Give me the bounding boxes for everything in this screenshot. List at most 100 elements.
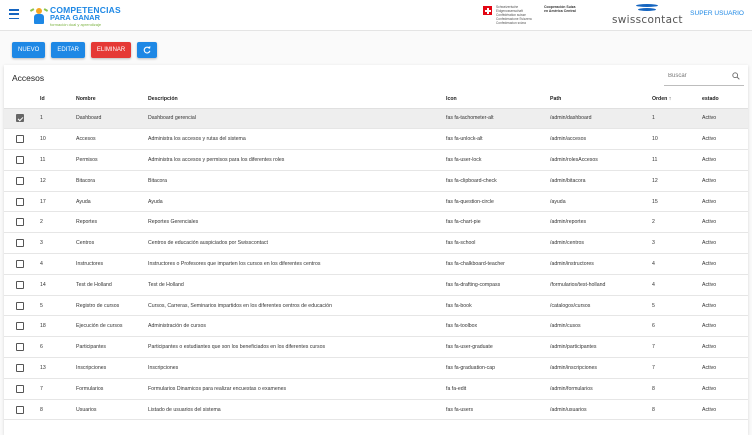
header-estado[interactable]: estado bbox=[702, 90, 748, 109]
row-select-cell bbox=[4, 211, 36, 234]
cell-icon: fas fa-drafting-compass bbox=[446, 274, 550, 296]
refresh-button[interactable] bbox=[137, 42, 158, 58]
row-checkbox[interactable] bbox=[16, 259, 24, 268]
table-row[interactable]: 17 Ayuda Ayuda fas fa-question-circle/ayuda… bbox=[4, 191, 748, 213]
cell-path: /admin/bitacora bbox=[550, 170, 652, 192]
cell-nombre: Usuarios bbox=[76, 399, 148, 421]
cell-nombre: Reportes bbox=[76, 211, 148, 234]
search-icon[interactable] bbox=[732, 72, 740, 80]
cell-descripcion: Instructores o Profesores que imparten l… bbox=[148, 253, 446, 275]
cell-descripcion: Administración de cursos bbox=[148, 315, 446, 338]
row-select-cell bbox=[4, 149, 36, 171]
table-row[interactable]: 11 Permisos Administra los accesos y permi… bbox=[4, 149, 748, 171]
cell-id: 11 bbox=[36, 149, 76, 171]
cell-estado: Activo bbox=[702, 170, 748, 192]
card-title: Accesos bbox=[12, 73, 45, 83]
table-row[interactable]: 7 Formularios Formularios Dinamicos para r… bbox=[4, 378, 748, 400]
table-row[interactable]: 6 Participantes Participantes o estudiante… bbox=[4, 336, 748, 359]
row-checkbox[interactable] bbox=[16, 322, 24, 331]
cell-path: /admin/cusos bbox=[550, 315, 652, 338]
cell-id: 7 bbox=[36, 378, 76, 400]
row-select-cell bbox=[4, 253, 36, 275]
row-select-cell bbox=[4, 128, 36, 151]
row-checkbox[interactable] bbox=[16, 114, 24, 123]
cell-estado: Activo bbox=[702, 108, 748, 130]
cell-orden: 8 bbox=[652, 399, 702, 421]
table-row[interactable]: 8 Usuarios Listado de usuarios del sistema… bbox=[4, 399, 748, 421]
swisscontact-logo: swisscontact bbox=[612, 4, 683, 26]
header-id[interactable]: Id bbox=[36, 90, 76, 109]
cell-id: 6 bbox=[36, 336, 76, 359]
cell-estado: Activo bbox=[702, 191, 748, 213]
header-orden[interactable]: Orden ↑ bbox=[652, 90, 702, 109]
cell-estado: Activo bbox=[702, 357, 748, 379]
table-row[interactable]: 4 Instructores Instructores o Profesores q… bbox=[4, 253, 748, 275]
new-button[interactable]: NUEVO bbox=[12, 42, 46, 58]
user-menu[interactable]: SUPER USUARIO bbox=[690, 10, 744, 17]
cell-path: /formularios/test-holland bbox=[550, 274, 652, 296]
edit-button[interactable]: EDITAR bbox=[51, 42, 85, 58]
cell-estado: Activo bbox=[702, 295, 748, 317]
cell-descripcion: Reportes Gerenciales bbox=[148, 211, 446, 234]
cell-estado: Activo bbox=[702, 211, 748, 234]
row-select-cell bbox=[4, 232, 36, 255]
cell-orden: 3 bbox=[652, 232, 702, 255]
cell-descripcion: Centros de educación auspiciados por Swi… bbox=[148, 232, 446, 255]
cell-icon: fas fa-book bbox=[446, 295, 550, 317]
cell-id: 8 bbox=[36, 399, 76, 421]
cell-icon: fa fa-edit bbox=[446, 378, 550, 400]
cell-nombre: Ejecución de cursos bbox=[76, 315, 148, 338]
competencias-logo[interactable]: COMPETENCIAS PARA GANAR formación dual y… bbox=[29, 4, 121, 28]
row-checkbox[interactable] bbox=[16, 155, 24, 164]
cell-orden: 8 bbox=[652, 378, 702, 400]
cell-nombre: Ayuda bbox=[76, 191, 148, 213]
header-path[interactable]: Path bbox=[550, 90, 652, 109]
cell-orden: 10 bbox=[652, 128, 702, 151]
table-row[interactable]: 12 Bitacora Bitacora fas fa-clipboard-check… bbox=[4, 170, 748, 192]
table-row[interactable]: 14 Test de Holland Test de Holland fas fa-d… bbox=[4, 274, 748, 296]
header-nombre[interactable]: Nombre bbox=[76, 90, 148, 109]
row-select-cell bbox=[4, 191, 36, 213]
table-row[interactable]: 3 Centros Centros de educación auspiciados… bbox=[4, 232, 748, 255]
header-icon[interactable]: Icon bbox=[446, 90, 550, 109]
row-checkbox[interactable] bbox=[16, 405, 24, 414]
row-checkbox[interactable] bbox=[16, 301, 24, 310]
cell-path: /admin/instructores bbox=[550, 253, 652, 275]
row-checkbox[interactable] bbox=[16, 135, 24, 144]
table-row[interactable]: 18 Ejecución de cursos Administración de c… bbox=[4, 315, 748, 338]
search-input[interactable] bbox=[668, 73, 728, 79]
cell-id: 5 bbox=[36, 295, 76, 317]
top-app-bar: COMPETENCIAS PARA GANAR formación dual y… bbox=[0, 0, 752, 31]
logo-line2: PARA GANAR bbox=[50, 13, 100, 22]
hamburger-menu-icon[interactable] bbox=[9, 9, 19, 19]
cell-path: /admin/formularios bbox=[550, 378, 652, 400]
delete-button[interactable]: ELIMINAR bbox=[90, 42, 132, 58]
cell-orden: 4 bbox=[652, 253, 702, 275]
cell-orden: 5 bbox=[652, 295, 702, 317]
table-row[interactable]: 10 Accesos Administra los accesos y rutas … bbox=[4, 128, 748, 151]
cell-nombre: Dashboard bbox=[76, 108, 148, 130]
row-checkbox[interactable] bbox=[16, 363, 24, 372]
header-descripcion[interactable]: Descripción bbox=[148, 90, 446, 109]
accesos-card: Accesos Id Nombre Descripción Icon Path … bbox=[4, 65, 748, 435]
table-row[interactable]: 1 Dashboard Dashboard gerencial fas fa-tach… bbox=[4, 108, 748, 130]
cell-descripcion: Bitacora bbox=[148, 170, 446, 192]
cell-icon: fas fa-chalkboard-teacher bbox=[446, 253, 550, 275]
row-checkbox[interactable] bbox=[16, 384, 24, 393]
cell-icon: fas fa-users bbox=[446, 399, 550, 421]
row-checkbox[interactable] bbox=[16, 239, 24, 248]
row-checkbox[interactable] bbox=[16, 218, 24, 227]
row-checkbox[interactable] bbox=[16, 280, 24, 289]
cell-path: /admin/reportes bbox=[550, 211, 652, 234]
search-field bbox=[664, 69, 744, 86]
cell-nombre: Permisos bbox=[76, 149, 148, 171]
row-checkbox[interactable] bbox=[16, 176, 24, 185]
table-row[interactable]: 2 Reportes Reportes Gerenciales fas fa-char… bbox=[4, 211, 748, 234]
table-row[interactable]: 5 Registro de cursos Cursos, Carreras, Sem… bbox=[4, 295, 748, 317]
row-checkbox[interactable] bbox=[16, 343, 24, 352]
row-checkbox[interactable] bbox=[16, 197, 24, 206]
cell-nombre: Inscripciones bbox=[76, 357, 148, 379]
cell-descripcion: Dashboard gerencial bbox=[148, 108, 446, 130]
table-row[interactable]: 13 Inscripciones Inscripciones fas fa-gradu… bbox=[4, 357, 748, 379]
swisscontact-wordmark: swisscontact bbox=[612, 14, 683, 26]
